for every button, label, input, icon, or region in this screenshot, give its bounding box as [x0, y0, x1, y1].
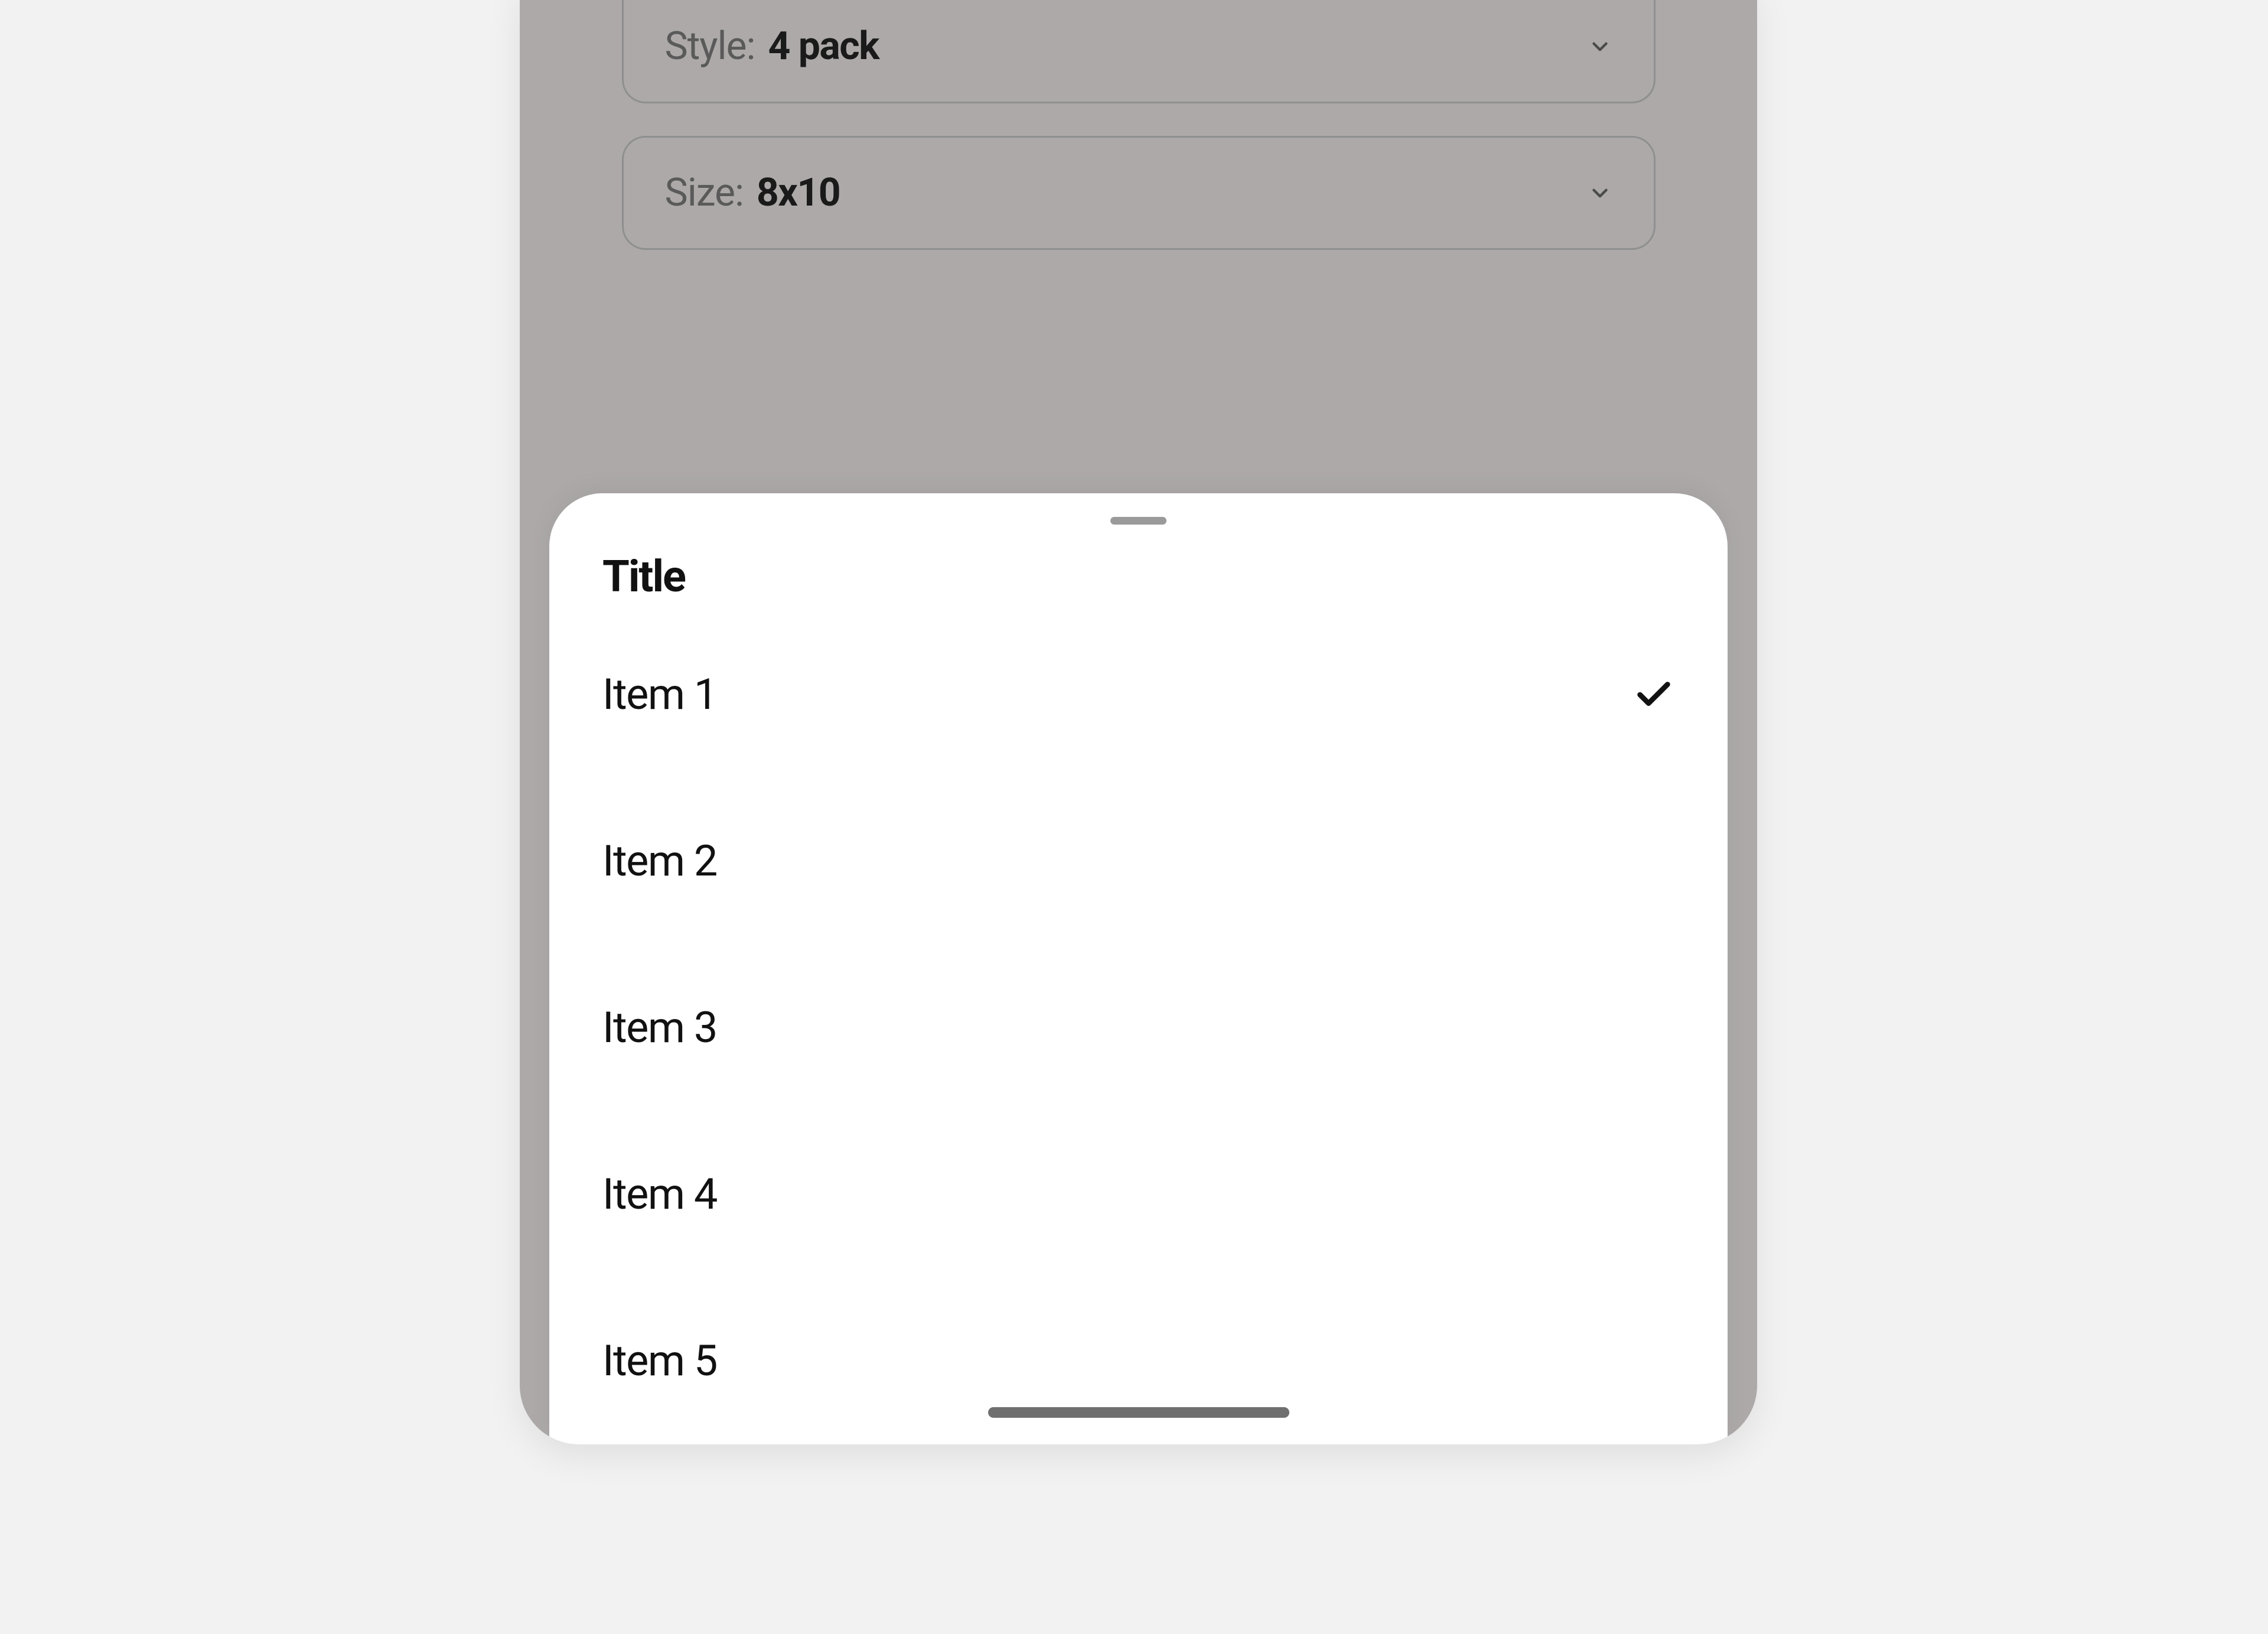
sheet-item-5[interactable]: Item 5	[602, 1278, 1674, 1444]
phone-frame: Style: 4 pack Size: 8x10 Title Item 1	[520, 0, 1757, 1444]
sheet-title: Title	[549, 551, 1728, 632]
home-indicator[interactable]	[988, 1407, 1289, 1418]
sheet-list: Item 1 Item 2 Item 3 Item 4 Item 5	[549, 632, 1728, 1444]
check-icon	[1633, 674, 1674, 715]
sheet-item-label: Item 4	[602, 1173, 717, 1216]
chevron-down-icon	[1588, 181, 1612, 206]
bottom-sheet: Title Item 1 Item 2 Item 3 Item 4 Item 5	[549, 493, 1728, 1444]
style-selector[interactable]: Style: 4 pack	[622, 0, 1656, 103]
drag-handle[interactable]	[1110, 517, 1166, 525]
sheet-item-label: Item 5	[602, 1340, 717, 1382]
sheet-item-2[interactable]: Item 2	[602, 778, 1674, 945]
size-value: 8x10	[757, 170, 840, 216]
size-selector[interactable]: Size: 8x10	[622, 136, 1656, 250]
style-selector-text: Style: 4 pack	[665, 24, 879, 69]
chevron-down-icon	[1588, 34, 1612, 59]
style-value: 4 pack	[768, 24, 879, 69]
style-label: Style:	[665, 24, 755, 69]
size-label: Size:	[665, 170, 744, 216]
sheet-item-label: Item 3	[602, 1007, 717, 1049]
sheet-item-label: Item 2	[602, 840, 717, 883]
sheet-item-label: Item 1	[602, 673, 717, 716]
sheet-item-1[interactable]: Item 1	[602, 632, 1674, 778]
sheet-item-3[interactable]: Item 3	[602, 945, 1674, 1111]
sheet-item-4[interactable]: Item 4	[602, 1111, 1674, 1278]
size-selector-text: Size: 8x10	[665, 170, 840, 216]
